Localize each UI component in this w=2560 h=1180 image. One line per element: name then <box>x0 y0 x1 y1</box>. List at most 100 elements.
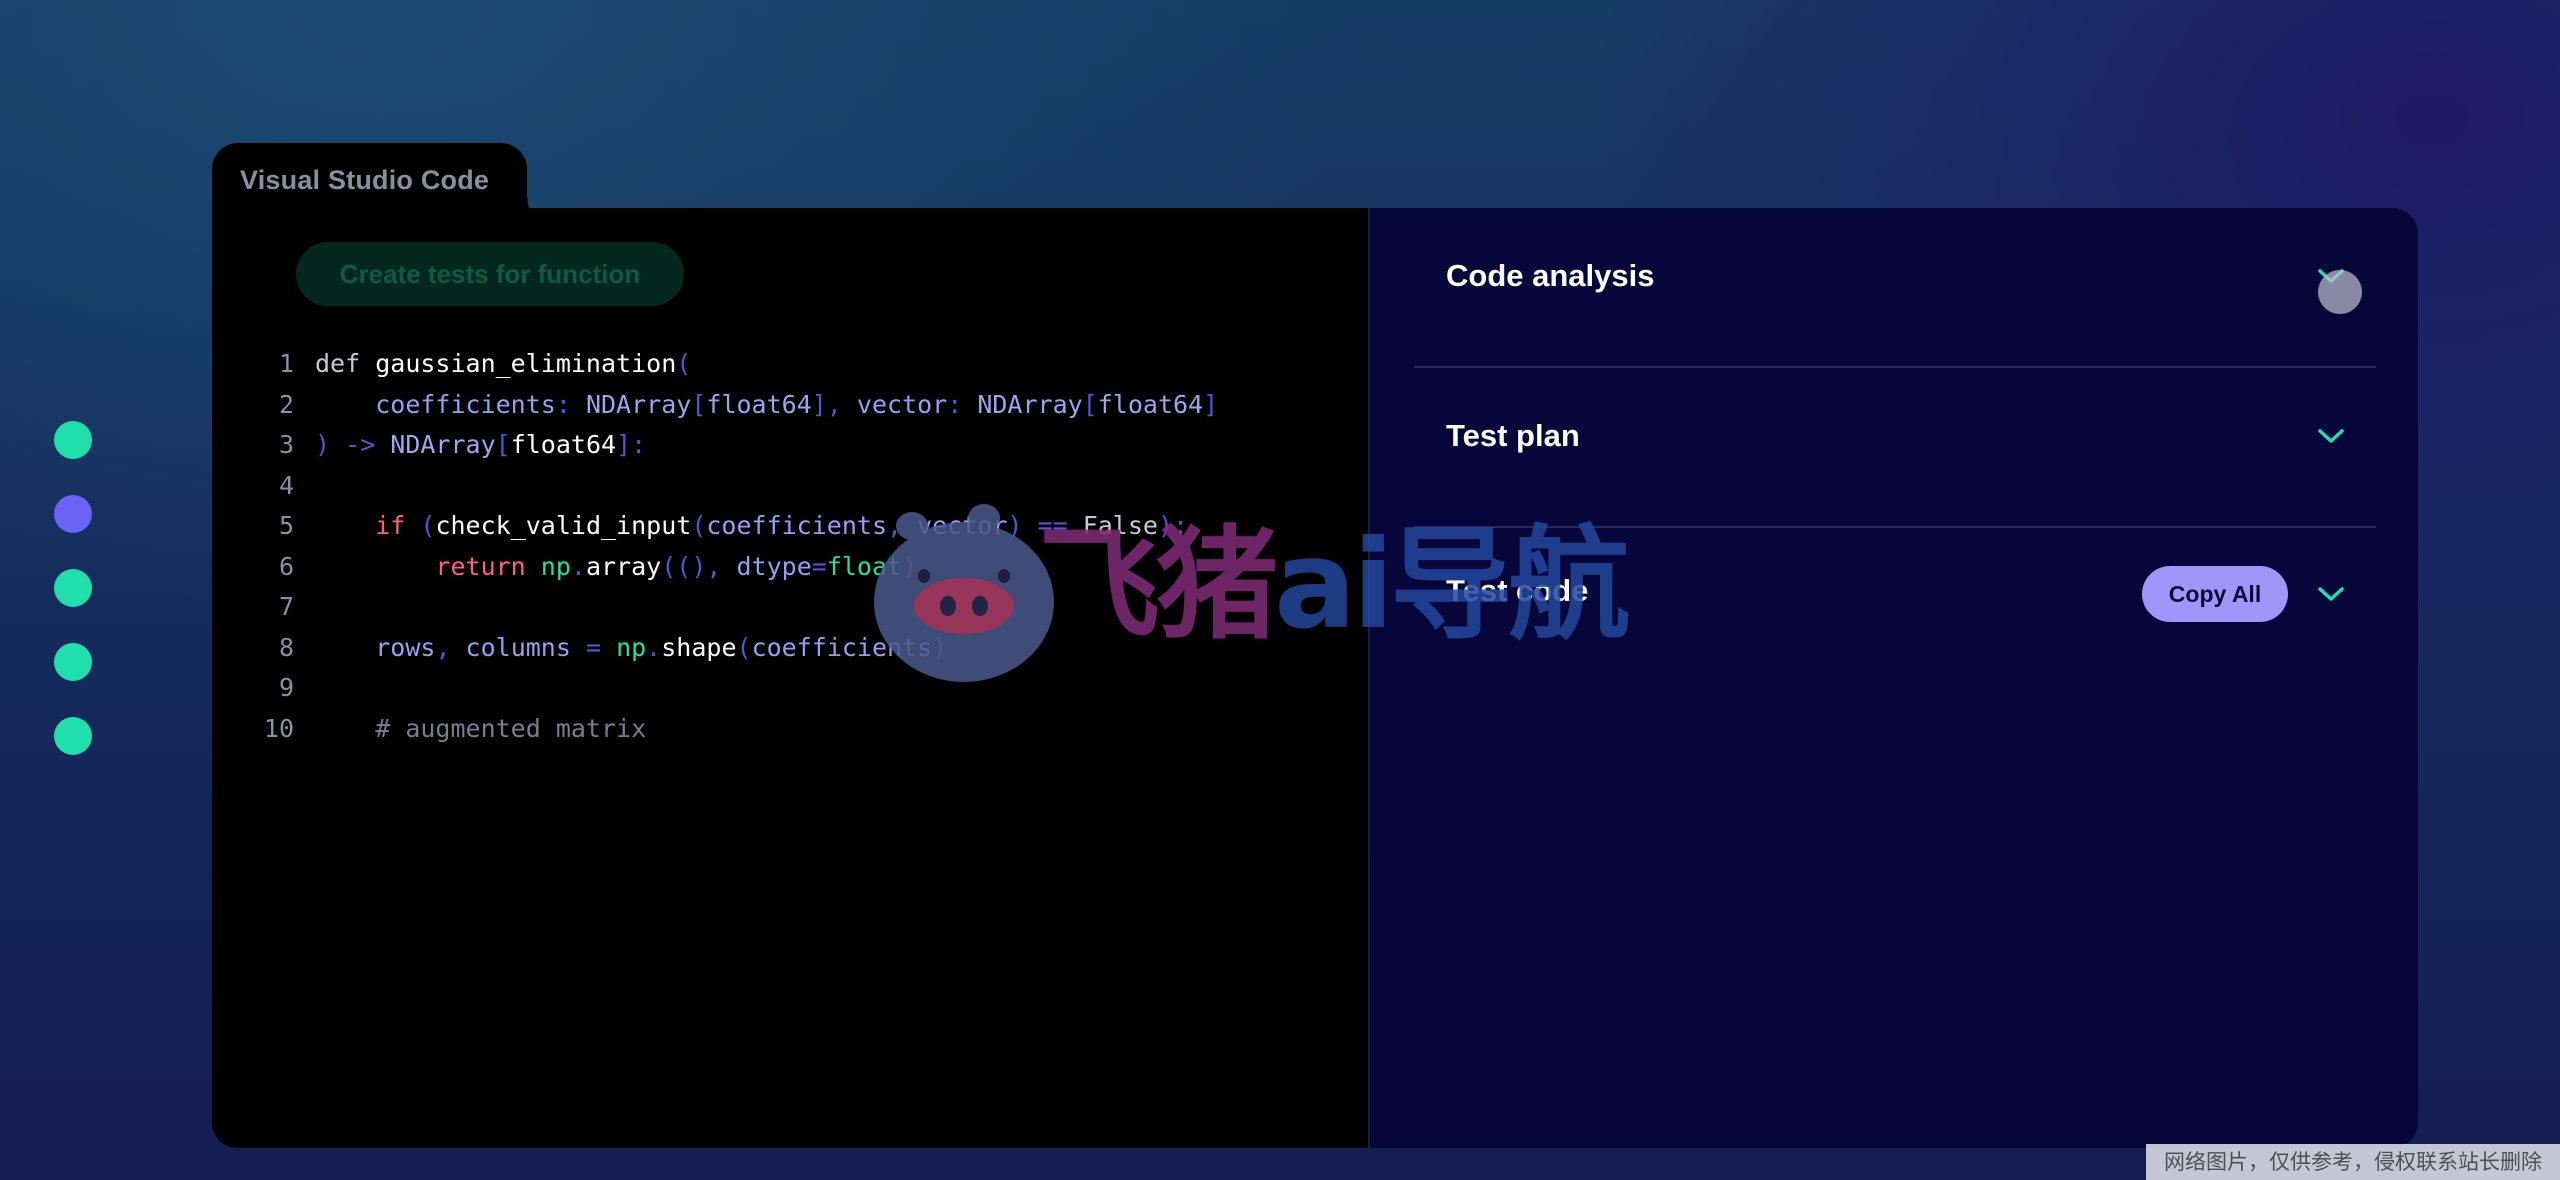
code-token: = <box>811 551 827 581</box>
code-token: np <box>540 551 571 581</box>
section-title: Test plan <box>1446 418 1580 453</box>
code-token: ( <box>420 511 436 540</box>
code-token: ]: <box>616 430 647 459</box>
copyright-notice: 网络图片，仅供参考，侵权联系站长删除 <box>2146 1144 2560 1180</box>
code-token: : <box>555 389 586 419</box>
code-token: gaussian_elimination <box>375 349 677 378</box>
code-token: float <box>826 551 903 581</box>
step-dot-2-active[interactable] <box>54 495 92 533</box>
code-token: ) -> <box>315 430 391 459</box>
code-token: NDArray <box>977 389 1083 419</box>
line-number: 7 <box>278 592 294 621</box>
code-line: 7 <box>212 587 1368 628</box>
line-number: 9 <box>278 673 294 702</box>
app-window: Create tests for function 1 def gaussian_… <box>212 208 2418 1148</box>
code-token: . <box>570 551 586 581</box>
code-token: = <box>570 632 617 662</box>
line-number: 3 <box>278 430 294 459</box>
section-code-analysis[interactable]: Code analysis <box>1414 208 2376 368</box>
code-token: ( <box>691 511 707 540</box>
section-title: Test code <box>1446 573 1589 608</box>
code-line: 3 ) -> NDArray[float64]: <box>212 425 1368 466</box>
code-token: , <box>435 632 466 662</box>
code-line: 10 # augmented matrix <box>212 709 1368 750</box>
pointer-indicator <box>2318 270 2362 314</box>
step-dot-5[interactable] <box>54 717 92 755</box>
code-token: shape <box>661 632 737 662</box>
code-token: def <box>315 349 376 378</box>
code-token: ((), <box>661 551 737 581</box>
code-token: , <box>887 511 918 540</box>
line-content: return np.array((), dtype=float) <box>315 547 917 588</box>
code-token: ) == <box>1007 511 1083 540</box>
create-tests-button[interactable]: Create tests for function <box>296 242 684 306</box>
section-title: Code analysis <box>1446 258 1655 293</box>
code-token: float64 <box>1097 389 1204 419</box>
code-token: [ <box>495 430 511 459</box>
code-token: : <box>947 389 978 419</box>
line-content: # augmented matrix <box>315 709 646 750</box>
code-token: [ <box>1082 389 1098 419</box>
code-line: 9 <box>212 668 1368 709</box>
code-token: ) <box>902 551 918 581</box>
code-token: float64 <box>706 389 812 419</box>
code-token: [ <box>691 389 707 419</box>
code-token: float64 <box>510 430 617 459</box>
code-token: vector <box>917 511 1008 540</box>
code-token: dtype <box>736 551 812 581</box>
code-line: 1 def gaussian_elimination( <box>212 344 1368 385</box>
step-dot-3[interactable] <box>54 569 92 607</box>
code-line: 8 rows, columns = np.shape(coefficients) <box>212 628 1368 669</box>
line-content: def gaussian_elimination( <box>315 344 691 385</box>
line-content: ) -> NDArray[float64]: <box>315 425 646 466</box>
line-number: 6 <box>278 551 294 581</box>
code-token: vector <box>856 389 948 419</box>
line-content: coefficients: NDArray[float64], vector: … <box>315 385 1218 426</box>
code-editor: Create tests for function 1 def gaussian_… <box>212 208 1368 1148</box>
code-token: coefficients <box>375 389 556 419</box>
code-token: # augmented matrix <box>375 713 647 743</box>
code-token: coefficients <box>751 632 933 662</box>
section-test-plan[interactable]: Test plan <box>1414 368 2376 528</box>
step-dot-4[interactable] <box>54 643 92 681</box>
code-token: ) <box>932 632 948 662</box>
line-number: 1 <box>278 349 294 378</box>
code-line: 4 <box>212 466 1368 507</box>
code-token: coefficients <box>706 511 887 540</box>
code-line: 6 return np.array((), dtype=float) <box>212 547 1368 588</box>
code-line: 5 if (check_valid_input(coefficients, ve… <box>212 506 1368 547</box>
code-token: ] <box>1203 389 1219 419</box>
results-panel: Code analysis Test plan Test code Copy A… <box>1370 208 2418 1148</box>
line-content: rows, columns = np.shape(coefficients) <box>315 628 947 669</box>
code-token: columns <box>465 632 571 662</box>
section-test-code[interactable]: Test code Copy All <box>1414 528 2376 688</box>
copy-all-button[interactable]: Copy All <box>2142 566 2288 622</box>
code-token: False <box>1082 511 1158 540</box>
code-token: . <box>646 632 662 662</box>
code-token: ( <box>676 349 692 378</box>
code-token: return <box>435 551 541 581</box>
code-line: 2 coefficients: NDArray[float64], vector… <box>212 385 1368 426</box>
code-token: check_valid_input <box>435 511 692 540</box>
code-token: ): <box>1157 511 1189 540</box>
step-dot-1[interactable] <box>54 421 92 459</box>
line-content: if (check_valid_input(coefficients, vect… <box>315 506 1188 547</box>
line-number: 5 <box>278 511 294 540</box>
code-token: NDArray <box>585 389 692 419</box>
code-token: rows <box>375 632 436 662</box>
line-number: 4 <box>278 470 294 500</box>
window-title: Visual Studio Code <box>240 165 490 195</box>
line-number: 2 <box>278 389 294 419</box>
code-token: ], <box>811 389 857 419</box>
step-indicator <box>54 421 92 791</box>
code-lines: 1 def gaussian_elimination(2 coefficients… <box>212 344 1368 749</box>
chevron-down-icon[interactable] <box>2316 424 2346 448</box>
code-token: array <box>585 551 662 581</box>
code-token: if <box>375 511 421 540</box>
code-token: np <box>616 632 647 662</box>
chevron-down-icon[interactable] <box>2316 582 2346 606</box>
